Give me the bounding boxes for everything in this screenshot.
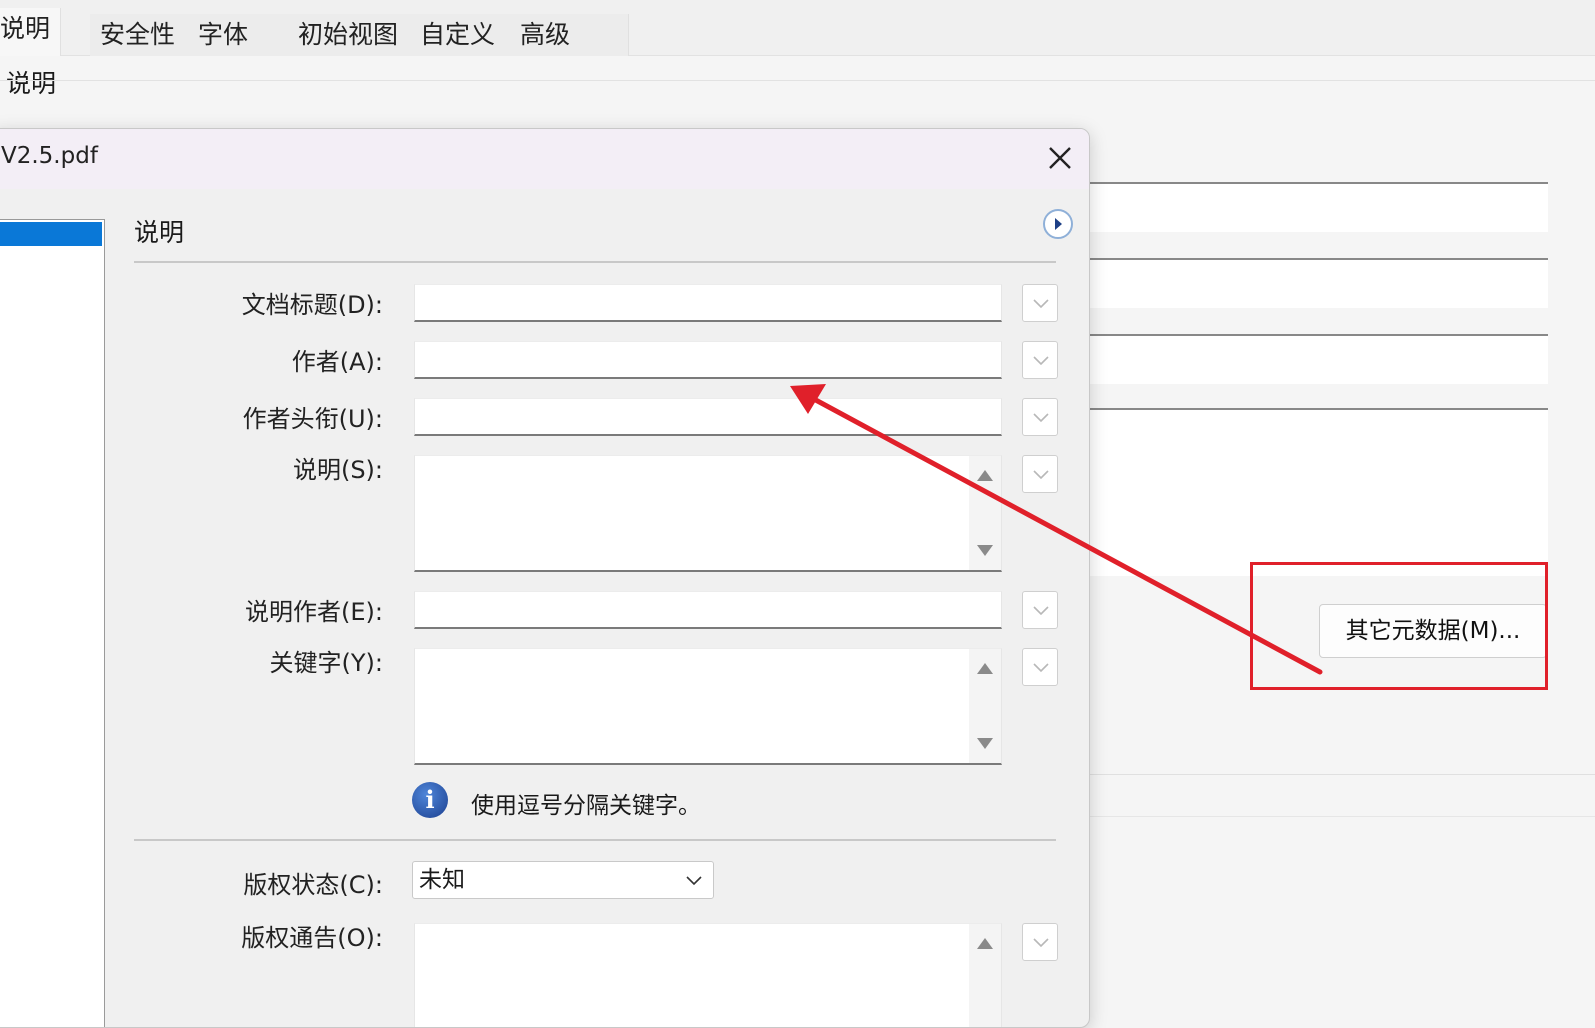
author-title-input[interactable] [414,398,1002,436]
scroll-down-icon[interactable] [977,545,993,556]
tab-label: 安全性 [100,20,176,49]
chevron-down-icon [1033,413,1049,423]
chevron-down-icon [1033,299,1049,309]
close-button[interactable] [1043,141,1077,175]
author-input[interactable] [414,341,1002,379]
keywords-label: 关键字(Y): [269,649,383,677]
copyright-notice-history-dropdown[interactable] [1022,923,1058,961]
description-author-history-dropdown[interactable] [1022,591,1058,629]
scroll-up-icon[interactable] [977,470,993,481]
close-icon [1049,147,1071,169]
info-icon: i [412,782,448,818]
selected-category-item[interactable] [0,222,102,246]
expand-button[interactable] [1043,209,1073,239]
tab-label: 初始视图 [298,20,399,49]
author-title-label: 作者头衔(U): [242,405,383,433]
section-divider [134,839,1056,841]
scrollbar[interactable] [969,456,1001,570]
divider [1090,816,1595,817]
scrollbar[interactable] [969,649,1001,763]
chevron-down-icon [686,876,702,886]
description-dialog: V2.5.pdf 说明 文档标题(D): 作者(A): 作者头衔(U): 说明(… [0,128,1090,1028]
chevron-down-icon [1033,470,1049,480]
copyright-notice-textarea[interactable] [414,923,1002,1027]
chevron-down-icon [1033,938,1049,948]
tab-description[interactable]: 说明 [0,8,62,56]
copyright-status-value: 未知 [419,867,465,893]
description-label: 说明(S): [292,456,383,484]
background-title-field[interactable] [1090,182,1548,232]
description-author-label: 说明作者(E): [245,598,383,626]
tab-advanced[interactable]: 高级 [510,14,629,56]
dialog-titlebar: V2.5.pdf [0,129,1089,189]
scrollbar[interactable] [969,924,1001,1027]
divider [0,80,1595,81]
background-subject-field[interactable] [1090,258,1548,308]
chevron-down-icon [1033,663,1049,673]
dialog-title: V2.5.pdf [1,143,98,169]
section-title: 说明 [134,218,185,247]
author-label: 作者(A): [291,348,383,376]
tab-label: 自定义 [420,20,496,49]
triangle-right-icon [1055,218,1062,230]
author-title-history-dropdown[interactable] [1022,398,1058,436]
background-tab-strip: 说明 安全性 字体 初始视图 自定义 高级 [0,0,1595,56]
keywords-history-dropdown[interactable] [1022,648,1058,686]
background-author-field[interactable] [1090,334,1548,384]
background-keywords-field[interactable] [1090,408,1548,576]
chevron-down-icon [1033,606,1049,616]
background-section-title: 说明 [6,69,57,98]
copyright-status-label: 版权状态(C): [243,871,383,899]
doc-title-label: 文档标题(D): [241,291,383,319]
scroll-up-icon[interactable] [977,938,993,949]
keywords-hint: 使用逗号分隔关键字。 [471,793,701,819]
copyright-notice-label: 版权通告(O): [241,924,383,952]
tab-label: 高级 [520,20,571,49]
description-author-input[interactable] [414,591,1002,629]
divider [1090,774,1595,775]
description-textarea[interactable] [414,455,1002,572]
category-list[interactable] [0,219,105,1027]
tab-label: 字体 [198,20,249,49]
doc-title-history-dropdown[interactable] [1022,284,1058,322]
tab-label: 说明 [0,14,51,43]
scroll-up-icon[interactable] [977,663,993,674]
chevron-down-icon [1033,356,1049,366]
keywords-textarea[interactable] [414,648,1002,765]
copyright-status-select[interactable]: 未知 [412,861,714,899]
scroll-down-icon[interactable] [977,738,993,749]
author-history-dropdown[interactable] [1022,341,1058,379]
doc-title-input[interactable] [414,284,1002,322]
section-divider [134,261,1056,263]
red-highlight-rectangle [1250,562,1548,690]
description-history-dropdown[interactable] [1022,455,1058,493]
